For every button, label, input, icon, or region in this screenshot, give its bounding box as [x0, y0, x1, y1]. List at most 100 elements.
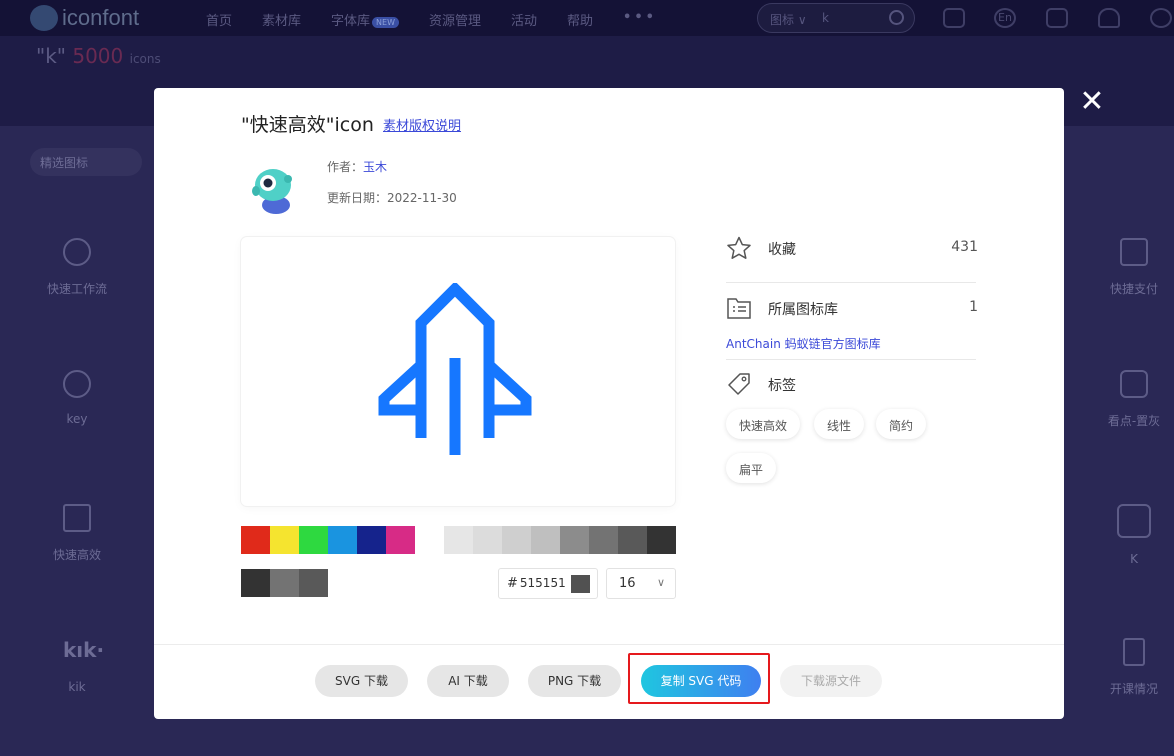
palette-color-swatch[interactable]	[444, 526, 473, 554]
search-input[interactable]: k	[822, 11, 829, 25]
palette-color-swatch[interactable]	[618, 526, 647, 554]
logo-text: iconfont	[62, 5, 140, 30]
palette-color-swatch[interactable]	[560, 526, 589, 554]
card-label: 开课情况	[1109, 682, 1158, 696]
modal-title: "快速高效"icon	[241, 114, 374, 136]
palette-color-swatch[interactable]	[415, 526, 444, 554]
nav-item-library[interactable]: 素材库	[262, 10, 301, 29]
background-icon-card[interactable]: key	[22, 370, 132, 426]
background-icon-card[interactable]: 看点-置灰	[1079, 370, 1174, 429]
search-category-select[interactable]: 图标 ∨	[770, 11, 807, 28]
background-icon-card[interactable]: 快速工作流	[22, 238, 132, 297]
chevron-down-icon: ∨	[656, 576, 665, 589]
background-icon-card[interactable]: 快速高效	[22, 504, 132, 563]
recent-color-swatch[interactable]	[270, 569, 299, 597]
png-download-button[interactable]: PNG 下载	[528, 665, 621, 697]
clipboard-icon	[1123, 638, 1145, 666]
language-toggle[interactable]: En	[994, 8, 1016, 28]
palette-color-swatch[interactable]	[241, 526, 270, 554]
letter-k-icon	[1117, 504, 1151, 538]
palette-color-swatch[interactable]	[647, 526, 676, 554]
tags-label: 标签	[768, 378, 796, 394]
highlight-box	[628, 653, 770, 704]
hash-symbol: #	[507, 576, 518, 591]
search-box[interactable]: 图标 ∨ k	[757, 3, 915, 33]
rocket-icon	[378, 283, 532, 455]
size-value: 16	[619, 576, 636, 591]
divider	[726, 359, 976, 360]
recent-color-swatch[interactable]	[241, 569, 270, 597]
favorite-row[interactable]: 收藏 431	[726, 236, 978, 260]
result-unit: icons	[129, 52, 161, 66]
tag-chip[interactable]: 线性	[814, 409, 865, 439]
author-line: 作者：玉木	[327, 158, 387, 175]
palette-color-swatch[interactable]	[473, 526, 502, 554]
upload-icon[interactable]	[943, 8, 965, 28]
author-label: 作者：	[327, 160, 364, 174]
recent-colors	[241, 569, 328, 597]
card-label: 看点-置灰	[1107, 414, 1161, 428]
filter-select[interactable]: 精选图标	[30, 148, 142, 176]
nav-item-fonts[interactable]: 字体库 NEW	[331, 10, 399, 29]
nav-item-home[interactable]: 首页	[206, 10, 232, 29]
recent-color-swatch[interactable]	[299, 569, 328, 597]
download-source-button[interactable]: 下载源文件	[780, 665, 882, 697]
size-select[interactable]: 16 ∨	[606, 568, 676, 599]
icon-preview-panel	[241, 237, 675, 506]
background-icon-card[interactable]: kık· kik	[22, 638, 132, 694]
palette-color-swatch[interactable]	[299, 526, 328, 554]
iconfont-logo[interactable]: iconfont	[30, 5, 139, 31]
user-avatar-icon[interactable]	[1150, 8, 1172, 28]
nav-more-button[interactable]: •••	[623, 10, 657, 29]
card-label: key	[66, 412, 88, 426]
tags-row: 标签	[726, 372, 978, 396]
tag-chip[interactable]: 简约	[876, 409, 927, 439]
nav-item-help[interactable]: 帮助	[567, 10, 593, 29]
palette-color-swatch[interactable]	[502, 526, 531, 554]
date-label: 更新日期：	[327, 191, 388, 205]
color-palette	[241, 526, 676, 554]
palette-color-swatch[interactable]	[328, 526, 357, 554]
top-navigation-bar: iconfont 首页 素材库 字体库 NEW 资源管理 活动 帮助 ••• 图标…	[0, 0, 1174, 36]
divider	[726, 282, 976, 283]
result-count: 5000	[72, 44, 124, 68]
background-icon-card[interactable]: 快捷支付	[1079, 238, 1174, 297]
tag-chip[interactable]: 扁平	[726, 453, 777, 483]
payment-card-icon	[1120, 238, 1148, 266]
close-icon[interactable]: ✕	[1078, 87, 1106, 117]
nav-item-fonts-label: 字体库	[331, 14, 371, 29]
hex-value: 515151	[519, 576, 566, 590]
author-avatar[interactable]	[246, 161, 300, 217]
main-nav: 首页 素材库 字体库 NEW 资源管理 活动 帮助 •••	[206, 10, 657, 29]
palette-color-swatch[interactable]	[386, 526, 415, 554]
hex-color-input[interactable]: #515151	[498, 568, 598, 599]
notification-bell-icon[interactable]	[1098, 8, 1120, 28]
key-icon	[63, 370, 91, 398]
cart-icon[interactable]	[1046, 8, 1068, 28]
card-label: 快速高效	[52, 548, 101, 562]
current-color-swatch[interactable]	[571, 575, 590, 593]
background-icon-card[interactable]: K	[1079, 504, 1174, 566]
author-name-link[interactable]: 玉木	[363, 160, 387, 174]
svg-download-button[interactable]: SVG 下载	[315, 665, 408, 697]
result-query: "k"	[36, 44, 66, 68]
library-name-link[interactable]: AntChain 蚂蚁链官方图标库	[726, 335, 881, 352]
palette-color-swatch[interactable]	[589, 526, 618, 554]
new-badge: NEW	[372, 17, 399, 28]
rocket-icon	[63, 504, 91, 532]
palette-color-swatch[interactable]	[270, 526, 299, 554]
star-icon[interactable]	[726, 236, 752, 260]
card-label: kik	[68, 680, 86, 694]
palette-color-swatch[interactable]	[357, 526, 386, 554]
nav-item-resources[interactable]: 资源管理	[429, 10, 481, 29]
search-icon[interactable]	[889, 10, 904, 25]
license-link[interactable]: 素材版权说明	[383, 115, 461, 134]
tag-chip[interactable]: 快速高效	[726, 409, 801, 439]
palette-color-swatch[interactable]	[531, 526, 560, 554]
nav-item-events[interactable]: 活动	[511, 10, 537, 29]
background-icon-card[interactable]: 开课情况	[1079, 638, 1174, 697]
library-count: 1	[969, 299, 978, 315]
favorite-label: 收藏	[768, 242, 796, 258]
library-row: 所属图标库 1	[726, 296, 978, 320]
ai-download-button[interactable]: AI 下载	[427, 665, 509, 697]
